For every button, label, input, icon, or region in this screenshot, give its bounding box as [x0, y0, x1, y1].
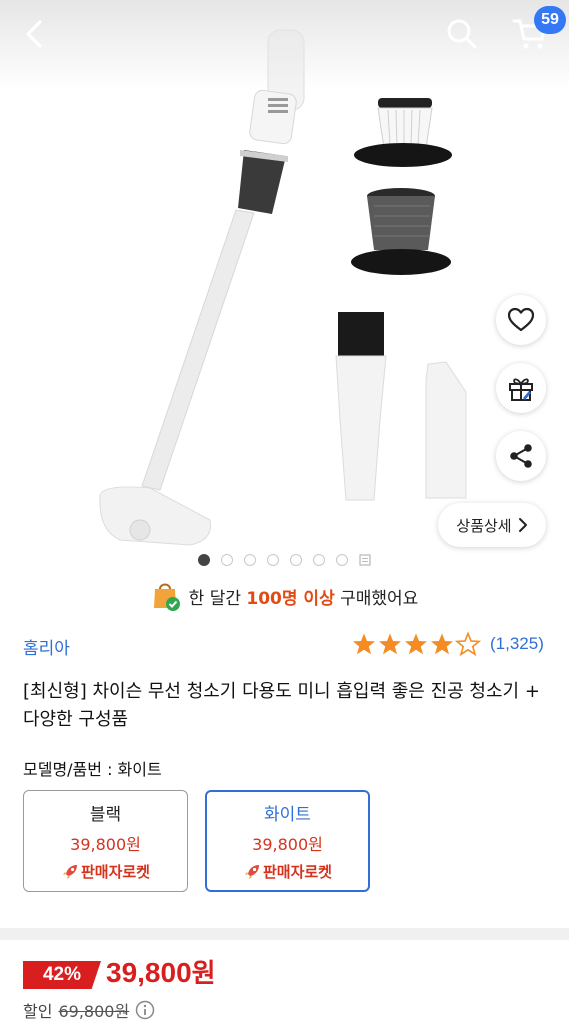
chevron-left-icon: [26, 20, 42, 48]
product-image-gallery[interactable]: [0, 0, 569, 575]
discount-badge: 42%: [23, 961, 101, 989]
search-button[interactable]: [440, 14, 484, 54]
discount-label: 할인: [23, 1002, 53, 1021]
option-label: 모델명/품번 : 화이트: [23, 760, 162, 779]
back-button[interactable]: [14, 14, 54, 54]
seller-rocket-badge: 판매자로켓: [61, 861, 150, 882]
pagination-dot[interactable]: [221, 554, 233, 566]
info-icon[interactable]: [135, 1000, 155, 1020]
shopping-bag-check-icon: [153, 583, 180, 611]
sale-price-unit: 원: [191, 959, 216, 989]
purchase-banner-text: 한 달간 100명 이상 구매했어요: [188, 588, 419, 609]
heart-icon: [507, 307, 535, 332]
original-price: 69,800원: [58, 1002, 130, 1021]
pagination-dot[interactable]: [336, 554, 348, 566]
cart-count-badge: 59: [534, 6, 566, 34]
wishlist-button[interactable]: [496, 295, 546, 345]
gift-icon: [509, 378, 533, 401]
sale-price-value: 39,800: [106, 957, 192, 988]
gift-button[interactable]: [496, 363, 546, 413]
seller-rocket-badge: 판매자로켓: [243, 861, 332, 882]
brand-link[interactable]: 홈리아: [23, 634, 70, 659]
top-navigation-bar: 59: [0, 0, 569, 70]
pagination-dot[interactable]: [267, 554, 279, 566]
product-title: [최신형] 차이슨 무선 청소기 다용도 미니 흡입력 좋은 진공 청소기 + …: [23, 681, 540, 730]
product-detail-label: 상품상세: [456, 516, 512, 535]
original-price-row: 할인 69,800원: [23, 998, 155, 1022]
search-icon: [447, 19, 477, 49]
pagination-dot[interactable]: [290, 554, 302, 566]
recent-purchase-banner: 한 달간 100명 이상 구매했어요: [0, 576, 569, 616]
share-icon: [510, 444, 532, 468]
pagination-dot[interactable]: [198, 554, 210, 566]
option-name: 블랙: [89, 805, 122, 825]
option-name: 화이트: [264, 805, 311, 825]
sale-price: 39,800원: [106, 953, 216, 990]
rocket-icon: [244, 864, 259, 879]
image-icon[interactable]: [359, 554, 371, 566]
rocket-icon: [62, 864, 77, 879]
share-button[interactable]: [496, 431, 546, 481]
pagination-dot[interactable]: [313, 554, 325, 566]
chevron-right-icon: [518, 518, 527, 532]
review-count[interactable]: (1,325): [490, 634, 544, 654]
gallery-pagination[interactable]: [198, 552, 371, 568]
option-white[interactable]: 화이트 39,800원 판매자로켓: [205, 790, 370, 892]
product-detail-button[interactable]: 상품상세: [438, 503, 546, 547]
rating-summary[interactable]: (1,325): [352, 630, 544, 658]
section-divider: [0, 928, 569, 940]
option-price: 39,800원: [70, 835, 141, 854]
star-rating-icon: [353, 632, 480, 656]
pagination-dot[interactable]: [244, 554, 256, 566]
option-black[interactable]: 블랙 39,800원 판매자로켓: [23, 790, 188, 892]
option-price: 39,800원: [252, 835, 323, 854]
